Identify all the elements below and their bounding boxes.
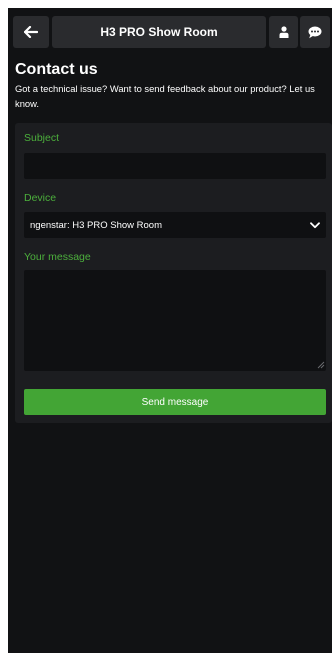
resize-grip-icon[interactable]	[317, 361, 325, 369]
chat-button[interactable]	[300, 16, 330, 48]
app-window: H3 PRO Show Room Contact us Got a techni…	[8, 8, 332, 653]
message-textarea[interactable]	[24, 270, 326, 371]
contact-title: Contact us	[15, 61, 98, 78]
send-message-button[interactable]: Send message	[24, 389, 326, 415]
chevron-down-icon	[310, 221, 320, 228]
contact-description: Got a technical issue? Want to send feed…	[15, 83, 315, 109]
device-selected-value: ngenstar: H3 PRO Show Room	[30, 219, 163, 231]
arrow-left-icon	[24, 26, 38, 38]
user-icon	[279, 26, 288, 38]
subject-input[interactable]	[24, 153, 326, 179]
chat-bubble-icon	[308, 26, 322, 38]
contact-form: Subject Device ngenstar: H3 PRO Show Roo…	[15, 123, 332, 423]
device-label: Device	[24, 192, 57, 204]
back-button[interactable]	[13, 16, 49, 48]
message-label: Your message	[24, 251, 91, 263]
user-button[interactable]	[269, 16, 298, 48]
page-title-button[interactable]: H3 PRO Show Room	[52, 16, 266, 48]
device-select[interactable]: ngenstar: H3 PRO Show Room	[24, 212, 326, 238]
top-bar: H3 PRO Show Room	[8, 8, 332, 54]
subject-label: Subject	[24, 132, 60, 144]
